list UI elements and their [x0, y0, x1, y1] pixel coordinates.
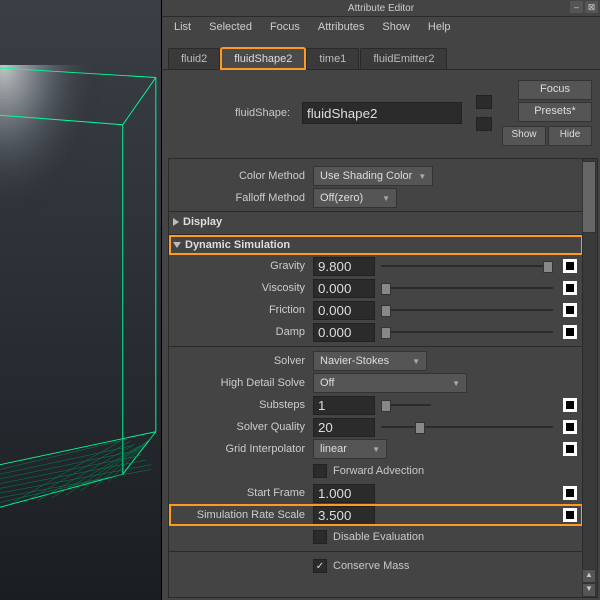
tab-fluid2[interactable]: fluid2 [168, 48, 220, 69]
row-start-frame: Start Frame [169, 482, 583, 504]
field-viscosity[interactable] [313, 279, 375, 298]
row-falloff-method: Falloff Method Off(zero)▼ [169, 187, 583, 209]
close-icon[interactable]: ⊠ [585, 1, 598, 13]
row-color-method: Color Method Use Shading Color▼ [169, 165, 583, 187]
chevron-right-icon [173, 218, 179, 226]
connect-icon[interactable] [563, 420, 577, 434]
checkbox-disable-eval[interactable] [313, 530, 327, 544]
tab-fluidemitter2[interactable]: fluidEmitter2 [360, 48, 447, 69]
row-simulation-rate-scale: Simulation Rate Scale [169, 504, 583, 526]
focus-button[interactable]: Focus [518, 80, 592, 100]
node-tabs: fluid2 fluidShape2 time1 fluidEmitter2 [162, 43, 600, 70]
scroll-down-icon[interactable]: ▼ [582, 583, 596, 597]
connect-icon[interactable] [563, 486, 577, 500]
field-substeps[interactable] [313, 396, 375, 415]
section-dynamic-simulation[interactable]: Dynamic Simulation [169, 235, 583, 255]
scroll-up-icon[interactable]: ▲ [582, 569, 596, 583]
output-connection-icon[interactable] [476, 117, 492, 131]
dropdown-grid-interp[interactable]: linear▼ [313, 439, 387, 459]
tab-fluidshape2[interactable]: fluidShape2 [221, 48, 305, 69]
tab-time1[interactable]: time1 [306, 48, 359, 69]
row-solver: Solver Navier-Stokes▼ [169, 350, 583, 372]
connect-icon[interactable] [563, 303, 577, 317]
field-solver-quality[interactable] [313, 418, 375, 437]
window-title: Attribute Editor [348, 3, 414, 14]
menu-focus[interactable]: Focus [262, 19, 308, 35]
dropdown-color-method[interactable]: Use Shading Color▼ [313, 166, 433, 186]
dropdown-high-detail[interactable]: Off▼ [313, 373, 467, 393]
field-damp[interactable] [313, 323, 375, 342]
row-gravity: Gravity [169, 255, 583, 277]
connect-icon[interactable] [563, 398, 577, 412]
connect-icon[interactable] [563, 259, 577, 273]
scrollbar-vertical[interactable]: ▲ ▼ [582, 159, 597, 597]
row-substeps: Substeps [169, 394, 583, 416]
window-titlebar: Attribute Editor – ⊠ [162, 0, 600, 17]
chevron-down-icon [173, 242, 181, 248]
menu-attributes[interactable]: Attributes [310, 19, 372, 35]
input-connection-icon[interactable] [476, 95, 492, 109]
presets-button[interactable]: Presets* [518, 102, 592, 122]
attribute-scroll-pane: Color Method Use Shading Color▼ Falloff … [168, 158, 598, 598]
row-grid-interp: Grid Interpolator linear▼ [169, 438, 583, 460]
row-disable-eval: Disable Evaluation [169, 526, 583, 548]
slider-damp[interactable] [381, 324, 553, 340]
menu-help[interactable]: Help [420, 19, 459, 35]
row-high-detail: High Detail Solve Off▼ [169, 372, 583, 394]
menubar: List Selected Focus Attributes Show Help [162, 17, 600, 37]
menu-show[interactable]: Show [374, 19, 418, 35]
connect-icon[interactable] [563, 281, 577, 295]
node-name-label: fluidShape: [170, 107, 296, 119]
slider-substeps[interactable] [381, 397, 431, 413]
scrollbar-thumb[interactable] [582, 161, 596, 233]
slider-viscosity[interactable] [381, 280, 553, 296]
dropdown-solver[interactable]: Navier-Stokes▼ [313, 351, 427, 371]
row-viscosity: Viscosity [169, 277, 583, 299]
menu-selected[interactable]: Selected [201, 19, 260, 35]
dropdown-falloff-method[interactable]: Off(zero)▼ [313, 188, 397, 208]
field-start-frame[interactable] [313, 484, 375, 503]
slider-solver-quality[interactable] [381, 419, 553, 435]
connect-icon[interactable] [563, 508, 577, 522]
slider-friction[interactable] [381, 302, 553, 318]
field-gravity[interactable] [313, 257, 375, 276]
connect-icon[interactable] [563, 325, 577, 339]
row-solver-quality: Solver Quality [169, 416, 583, 438]
menu-list[interactable]: List [166, 19, 199, 35]
slider-gravity[interactable] [381, 258, 553, 274]
row-friction: Friction [169, 299, 583, 321]
connect-icon[interactable] [563, 442, 577, 456]
section-display[interactable]: Display [169, 212, 583, 232]
row-damp: Damp [169, 321, 583, 343]
field-friction[interactable] [313, 301, 375, 320]
field-simulation-rate-scale[interactable] [313, 506, 375, 525]
attribute-editor-panel: Attribute Editor – ⊠ List Selected Focus… [162, 0, 600, 600]
row-forward-advection: Forward Advection [169, 460, 583, 482]
show-button[interactable]: Show [502, 126, 546, 146]
viewport-3d[interactable] [0, 0, 162, 600]
node-name-row: fluidShape: Focus Presets* Show Hide [162, 70, 600, 154]
row-conserve-mass: ✓ Conserve Mass [169, 555, 583, 577]
hide-button[interactable]: Hide [548, 126, 592, 146]
checkbox-conserve-mass[interactable]: ✓ [313, 559, 327, 573]
node-name-field[interactable] [302, 102, 462, 124]
checkbox-forward-advection[interactable] [313, 464, 327, 478]
minimize-icon[interactable]: – [570, 1, 583, 13]
